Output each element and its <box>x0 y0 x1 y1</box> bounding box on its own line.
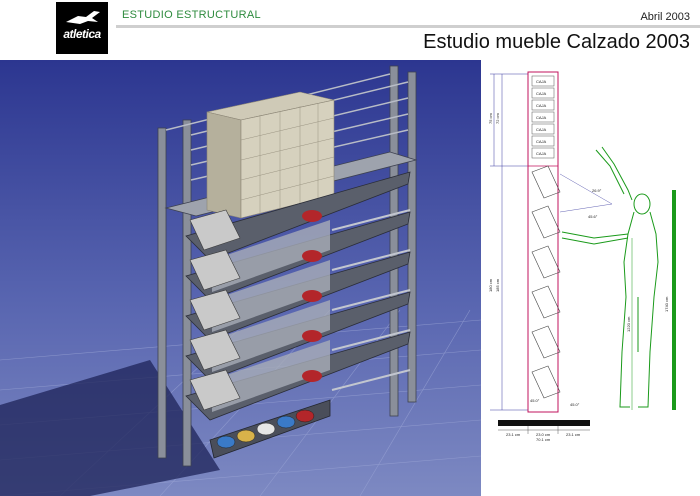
page-title: Estudio mueble Calzado 2003 <box>423 31 690 53</box>
box-label-4: CAJA <box>536 115 547 120</box>
box-label-6: CAJA <box>536 139 547 144</box>
dim-base-total: 70.1 cm <box>536 437 551 442</box>
dim-total-1: 180 cm <box>488 278 493 292</box>
dim-base-3: 23.1 cm <box>566 432 581 437</box>
angle-bottom-right: 45.0° <box>570 402 580 407</box>
angle-mid: 45.6° <box>588 214 598 219</box>
header-divider <box>116 25 700 28</box>
dim-person: 1740 cm <box>664 296 669 312</box>
box-label-1: CAJA <box>536 79 547 84</box>
box-label-5: CAJA <box>536 127 547 132</box>
box-label-2: CAJA <box>536 91 547 96</box>
angle-bottom-left: 45.0° <box>530 398 540 403</box>
shelf-render-image <box>0 60 481 496</box>
logo-text: atletica <box>63 27 101 41</box>
box-label-7: CAJA <box>536 151 547 156</box>
technical-drawing: 75 cm 72 cm 180 cm 185 cm CAJA CAJA CAJA… <box>488 71 676 442</box>
brand-logo: atletica <box>56 2 108 54</box>
dim-upper-1: 75 cm <box>488 112 493 124</box>
dim-total-2: 185 cm <box>495 278 500 292</box>
angle-top: 26.9° <box>592 188 602 193</box>
dim-upper-2: 72 cm <box>495 112 500 124</box>
date-label: Abril 2003 <box>640 11 690 23</box>
box-label-3: CAJA <box>536 103 547 108</box>
dim-base-1: 23.1 cm <box>506 432 521 437</box>
section-label: ESTUDIO ESTRUCTURAL <box>122 9 261 21</box>
dim-reach: 1220 cm <box>626 316 631 332</box>
